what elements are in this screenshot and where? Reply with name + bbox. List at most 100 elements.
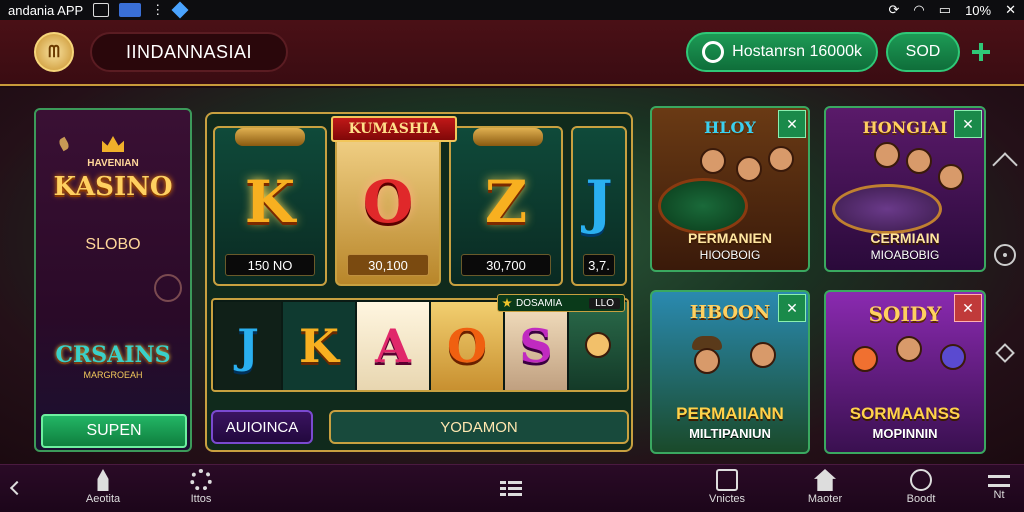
reel-1[interactable]: K 150 NO bbox=[213, 126, 327, 286]
star-icon bbox=[502, 298, 512, 308]
battery-icon: ▭ bbox=[938, 2, 952, 17]
chevron-up-icon[interactable] bbox=[992, 152, 1018, 178]
kasino-panel[interactable]: HAVENIAN KASINO SLOBO CRSAINS MARGROEAH … bbox=[34, 108, 192, 452]
card-name: PERMANIEN bbox=[687, 230, 772, 246]
nav-label: Aeotita bbox=[85, 493, 121, 505]
battery-level: 10% bbox=[965, 2, 992, 18]
character-tile bbox=[569, 302, 627, 390]
person-icon bbox=[938, 164, 964, 190]
slot-machine-panel: KUMASHIA K 150 NO O 30,100 Z 30,700 J 3,… bbox=[205, 112, 633, 452]
bonus-tag[interactable]: DOSAMIA LLO bbox=[497, 294, 625, 312]
list-icon bbox=[716, 469, 738, 491]
menu-grid-icon[interactable] bbox=[500, 481, 522, 497]
brand-title: IINDANNASIAI bbox=[90, 32, 288, 72]
nav-label: Ittos bbox=[190, 493, 212, 505]
game-card-1[interactable]: HLOY ✕ PERMANIEN HIOOBOIG bbox=[650, 106, 810, 272]
reel-value: 30,700 bbox=[461, 254, 551, 276]
nav-label: Vnictes bbox=[708, 493, 746, 505]
gear-icon bbox=[190, 469, 212, 491]
home-icon bbox=[814, 469, 836, 491]
yodamon-button[interactable]: YODAMON bbox=[329, 410, 629, 444]
ribbon bbox=[235, 128, 305, 146]
sod-button[interactable]: SOD bbox=[886, 32, 960, 72]
balance-button[interactable]: Hostanrsn 16000k bbox=[686, 32, 878, 72]
nav-item-vnictes[interactable]: Vnictes bbox=[692, 469, 762, 505]
reel-4[interactable]: J 3,7. bbox=[571, 126, 627, 286]
card-name: CERMIAIN bbox=[870, 230, 940, 246]
logo-icon[interactable]: ᗰ bbox=[34, 32, 74, 72]
person-icon bbox=[874, 142, 900, 168]
search-icon bbox=[910, 469, 932, 491]
tile: A bbox=[357, 302, 429, 390]
tile: J bbox=[215, 302, 281, 390]
rocket-icon bbox=[97, 469, 109, 491]
person-icon bbox=[750, 342, 776, 368]
close-icon[interactable]: ✕ bbox=[1005, 2, 1016, 18]
leaf-icon bbox=[57, 136, 71, 152]
reel-symbol: J bbox=[585, 168, 613, 236]
crsains-title: CRSAINS bbox=[55, 342, 171, 368]
header: ᗰ IINDANNASIAI Hostanrsn 16000k SOD bbox=[0, 20, 1024, 86]
tile: O bbox=[431, 302, 503, 390]
bonus-label: DOSAMIA bbox=[516, 297, 563, 309]
home-circle-icon[interactable] bbox=[994, 244, 1016, 266]
game-card-2[interactable]: HONGIAI ✕ CERMIAIN MIOABOBIG bbox=[824, 106, 986, 272]
nav-item-boodt[interactable]: Boodt bbox=[886, 469, 956, 505]
roulette-table bbox=[658, 178, 748, 234]
reel-value: 150 NO bbox=[225, 254, 315, 276]
creature-icon bbox=[940, 344, 966, 370]
crsains-subtitle: MARGROEAH bbox=[83, 370, 143, 380]
diamond-nav-icon[interactable] bbox=[995, 343, 1015, 363]
kasino-subtitle: HAVENIAN bbox=[87, 158, 139, 169]
main-area: HAVENIAN KASINO SLOBO CRSAINS MARGROEAH … bbox=[0, 88, 1024, 464]
nav-item-ittos[interactable]: Ittos bbox=[166, 469, 236, 505]
reel-symbol: K bbox=[244, 168, 296, 236]
balance-label: Hostanrsn 16000k bbox=[732, 43, 862, 60]
supen-button[interactable]: SUPEN bbox=[41, 414, 187, 448]
person-icon bbox=[700, 148, 726, 174]
card-name: PERMAIIANN bbox=[676, 404, 784, 423]
more-dots-icon: ⋮ bbox=[151, 2, 165, 17]
card-subtitle: HIOOBOIG bbox=[699, 248, 761, 262]
auioinca-button[interactable]: AUIOINCA bbox=[211, 410, 313, 444]
nav-item-nt[interactable]: Nt bbox=[974, 469, 1024, 501]
close-badge-icon[interactable]: ✕ bbox=[778, 294, 806, 322]
add-icon[interactable] bbox=[972, 43, 990, 61]
back-icon[interactable] bbox=[9, 480, 25, 496]
reel-symbol: Z bbox=[484, 168, 528, 236]
bottom-nav: Aeotita Ittos Vnictes Maoter Boodt Nt bbox=[0, 464, 1024, 512]
reel-3[interactable]: Z 30,700 bbox=[449, 126, 563, 286]
creature-icon bbox=[852, 346, 878, 372]
reel-symbol: O bbox=[362, 168, 414, 236]
reel-value: 30,100 bbox=[347, 254, 429, 276]
poker-table bbox=[832, 184, 942, 234]
close-badge-icon[interactable]: ✕ bbox=[954, 110, 982, 138]
eye-icon bbox=[154, 274, 182, 302]
slobo-label: SLOBO bbox=[85, 236, 141, 253]
coin-icon bbox=[702, 41, 725, 63]
nav-item-aeotita[interactable]: Aeotita bbox=[68, 469, 138, 505]
reel-2[interactable]: O 30,100 bbox=[335, 126, 441, 286]
kasino-title: KASINO bbox=[53, 172, 173, 202]
gallery-icon bbox=[93, 3, 110, 17]
close-badge-icon[interactable]: ✕ bbox=[778, 110, 806, 138]
nav-label: Nt bbox=[993, 489, 1005, 501]
bonus-value: LLO bbox=[589, 297, 620, 309]
more-icon bbox=[988, 475, 1010, 487]
game-card-3[interactable]: HBOON ✕ PERMAIIANN MILTIPANIUN bbox=[650, 290, 810, 454]
nav-label: Boodt bbox=[906, 493, 936, 505]
card-name: SORMAANSS bbox=[849, 404, 961, 423]
diamond-icon bbox=[171, 1, 189, 19]
nav-item-maoter[interactable]: Maoter bbox=[790, 469, 860, 505]
person-icon bbox=[736, 156, 762, 182]
tile: S bbox=[505, 302, 567, 390]
crown-icon bbox=[102, 136, 124, 152]
sod-label: SOD bbox=[905, 43, 941, 60]
card-subtitle: MIOABOBIG bbox=[870, 248, 940, 262]
game-card-4[interactable]: SOIDY ✕ SORMAANSS MOPINNIN bbox=[824, 290, 986, 454]
close-badge-icon[interactable]: ✕ bbox=[954, 294, 982, 322]
lower-reels[interactable]: J K A O S bbox=[211, 298, 629, 392]
nav-label: Maoter bbox=[807, 493, 843, 505]
status-bar: andania APP ⋮ ⟳ ◠ ▭ 10% ✕ bbox=[0, 0, 1024, 20]
sync-icon: ⟳ bbox=[888, 2, 900, 17]
